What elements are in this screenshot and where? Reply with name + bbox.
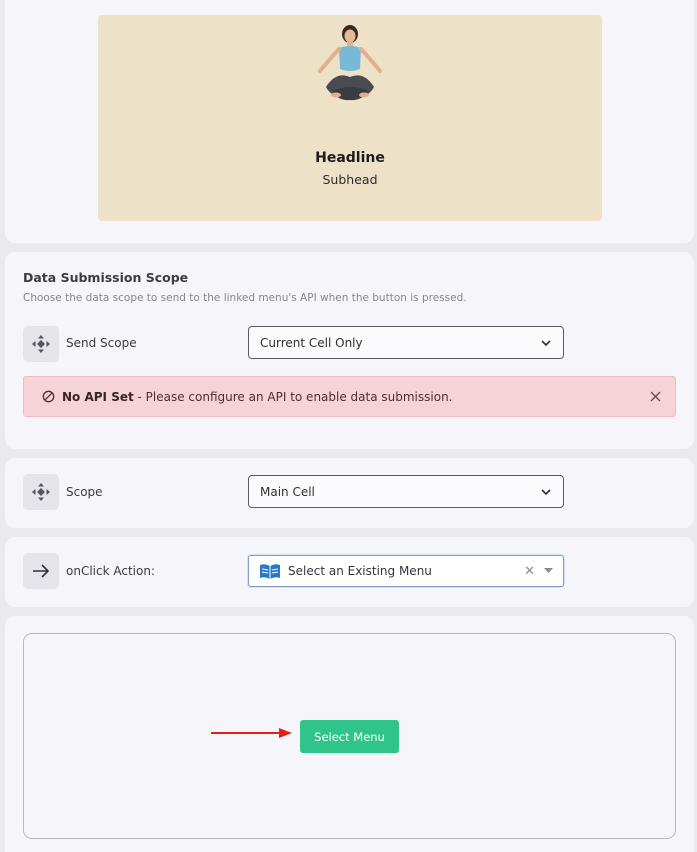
scope-value: Main Cell: [260, 484, 315, 499]
alert-text: No API Set - Please configure an API to …: [62, 390, 650, 404]
alert-message: - Please configure an API to enable data…: [133, 389, 453, 404]
alert-bold: No API Set: [62, 389, 134, 404]
close-icon[interactable]: [650, 391, 661, 402]
preview-subhead: Subhead: [322, 172, 378, 187]
existing-menu-select[interactable]: Select an Existing Menu ✕: [248, 555, 564, 587]
section-description: Choose the data scope to send to the lin…: [23, 292, 467, 304]
move-arrows-icon: [23, 474, 59, 510]
onclick-action-label: onClick Action:: [66, 564, 155, 578]
menu-canvas: Select Menu: [23, 633, 676, 839]
preview-headline: Headline: [315, 150, 385, 166]
meditation-woman-image: [318, 25, 382, 101]
red-arrow-icon: [211, 728, 292, 738]
send-scope-label: Send Scope: [66, 336, 137, 350]
onclick-action-card: onClick Action: Select an Existing Menu …: [5, 537, 694, 607]
scope-card: Scope Main Cell: [5, 458, 694, 528]
preview-card: Headline Subhead: [5, 0, 694, 243]
canvas-card: Select Menu: [5, 616, 694, 852]
send-scope-value: Current Cell Only: [260, 335, 363, 350]
data-submission-card: Data Submission Scope Choose the data sc…: [5, 252, 694, 449]
scope-label: Scope: [66, 485, 103, 499]
select-menu-button[interactable]: Select Menu: [300, 720, 399, 753]
chevron-down-icon: [541, 488, 551, 495]
arrow-right-icon: [23, 553, 59, 589]
scope-select[interactable]: Main Cell: [248, 475, 564, 508]
prohibited-icon: [42, 390, 55, 403]
book-icon: [260, 563, 280, 579]
clear-icon[interactable]: ✕: [524, 564, 535, 579]
move-arrows-icon: [23, 326, 59, 362]
caret-down-icon[interactable]: [544, 568, 553, 574]
existing-menu-placeholder: Select an Existing Menu: [288, 564, 432, 578]
chevron-down-icon: [541, 339, 551, 346]
no-api-alert: No API Set - Please configure an API to …: [23, 376, 676, 417]
preview-banner[interactable]: Headline Subhead: [98, 15, 602, 221]
send-scope-select[interactable]: Current Cell Only: [248, 326, 564, 359]
section-title: Data Submission Scope: [23, 270, 189, 285]
